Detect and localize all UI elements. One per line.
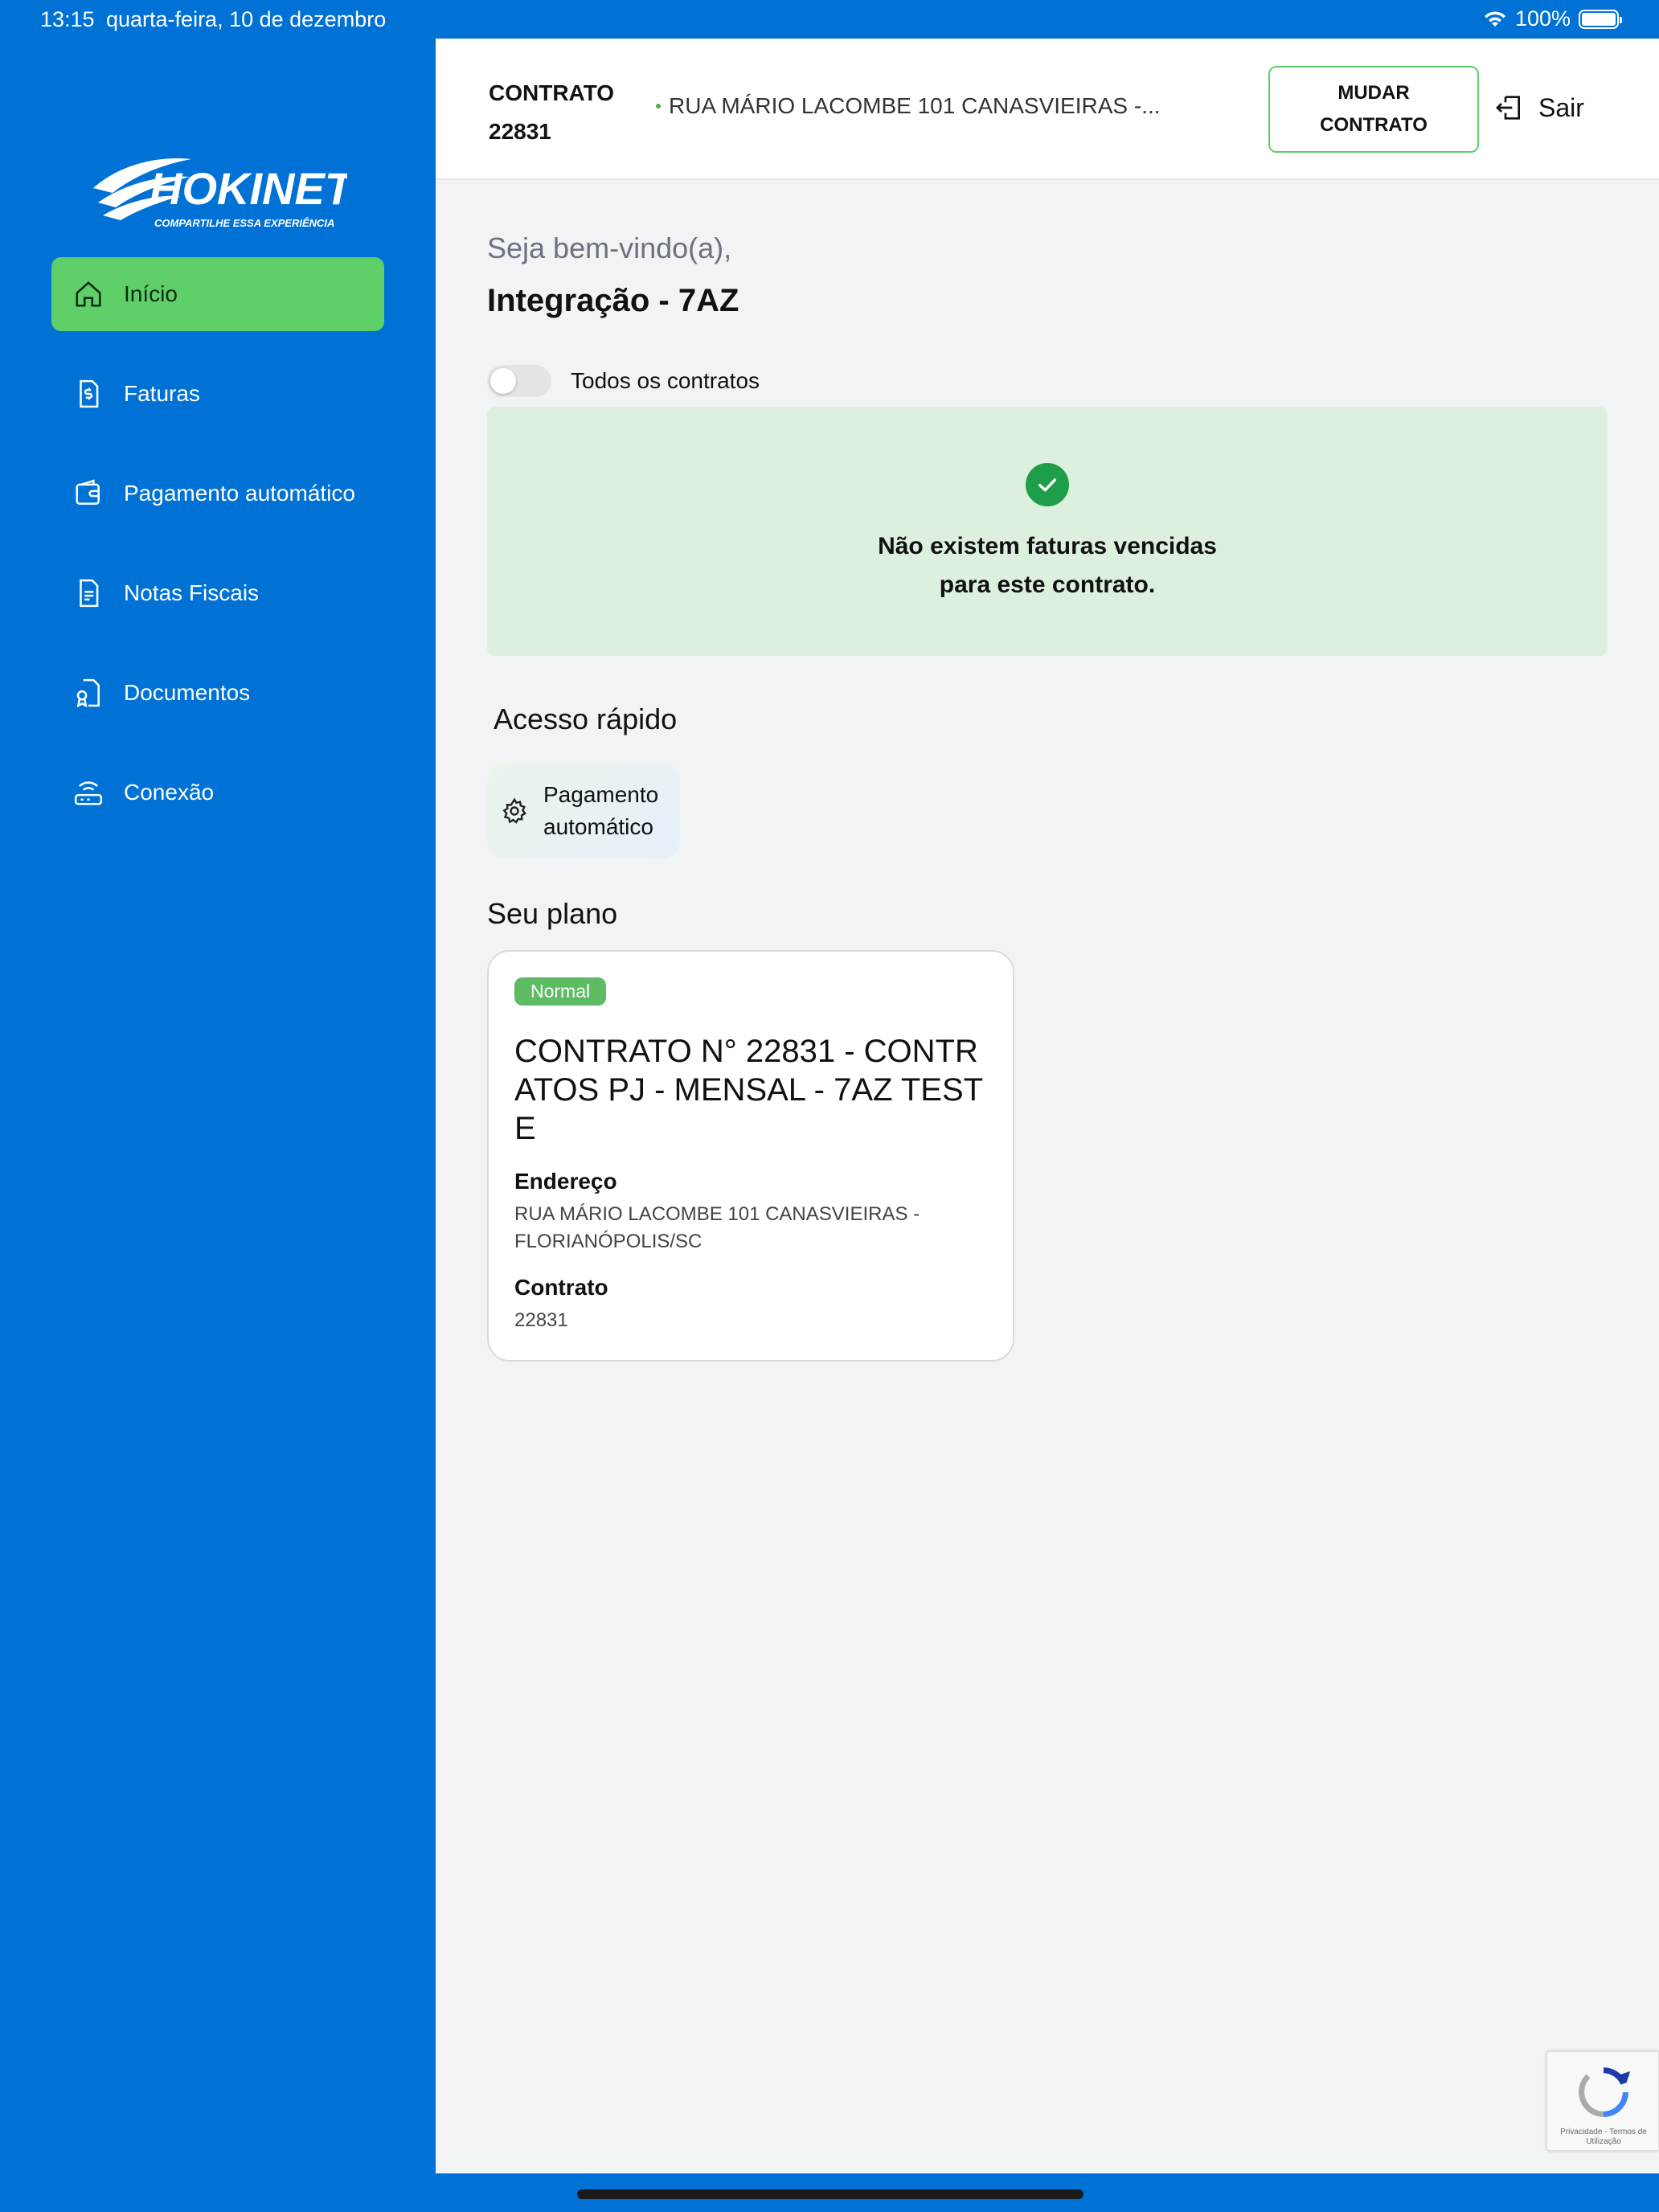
home-indicator[interactable] xyxy=(577,2189,1083,2199)
all-contracts-toggle[interactable] xyxy=(487,365,551,397)
sidebar-item-faturas[interactable]: Faturas xyxy=(51,357,384,431)
alert-line-1: Não existem faturas vencidas xyxy=(878,533,1217,559)
no-overdue-invoices-alert: Não existem faturas vencidas para este c… xyxy=(487,407,1608,656)
sidebar-item-label: Conexão xyxy=(124,780,215,805)
logout-button[interactable]: Sair xyxy=(1493,92,1584,124)
contract-number: 22831 xyxy=(489,119,551,144)
sidebar-item-notas-fiscais[interactable]: Notas Fiscais xyxy=(51,556,384,630)
document-icon xyxy=(72,577,104,609)
sidebar-item-label: Faturas xyxy=(124,381,200,406)
invoice-icon xyxy=(72,378,104,410)
quick-access-autopay[interactable]: Pagamento automático xyxy=(487,764,680,858)
contract-address-text: RUA MÁRIO LACOMBE 101 CANASVIEIRAS -... xyxy=(669,93,1161,118)
contract-field-label: Contrato xyxy=(514,1275,608,1300)
your-plan-title: Seu plano xyxy=(487,897,618,930)
status-badge: Normal xyxy=(514,977,607,1006)
contract-field-value: 22831 xyxy=(514,1309,568,1331)
wallet-icon xyxy=(72,477,104,510)
gear-icon xyxy=(502,797,526,824)
recaptcha-icon xyxy=(1579,2067,1631,2117)
sidebar-item-pagamento-automatico[interactable]: Pagamento automático xyxy=(51,457,384,530)
check-icon xyxy=(1026,463,1069,506)
brand-name: HOKINET xyxy=(150,163,347,214)
quick-access-label-1: Pagamento xyxy=(543,782,659,807)
greeting: Seja bem-vindo(a), xyxy=(487,231,732,264)
status-dot xyxy=(656,104,661,109)
contract-label: CONTRATO xyxy=(489,80,615,105)
recaptcha-links[interactable]: Privacidade - Termos de Utilização xyxy=(1550,2128,1657,2147)
alert-message: Não existem faturas vencidas para este c… xyxy=(487,527,1608,604)
change-contract-label-1: MUDAR xyxy=(1337,82,1410,104)
alert-line-2: para este contrato. xyxy=(939,571,1156,598)
wifi-icon xyxy=(1484,10,1505,27)
sidebar-item-inicio[interactable]: Início xyxy=(51,257,384,331)
router-icon xyxy=(72,776,104,809)
status-right: 100% xyxy=(1483,6,1622,31)
home-icon xyxy=(72,278,104,310)
main-content: CONTRATO 22831 RUA MÁRIO LACOMBE 101 CAN… xyxy=(436,39,1659,2173)
address-label: Endereço xyxy=(514,1169,617,1194)
battery-icon xyxy=(1579,9,1622,29)
sidebar-item-label: Documentos xyxy=(124,680,251,705)
change-contract-label-2: CONTRATO xyxy=(1320,114,1428,136)
sidebar: HOKINET COMPARTILHE ESSA EXPERIÊNCIA Iní… xyxy=(0,39,436,2173)
contract-address: RUA MÁRIO LACOMBE 101 CANASVIEIRAS -... xyxy=(656,93,1161,119)
sidebar-item-label: Notas Fiscais xyxy=(124,580,260,605)
sidebar-item-conexao[interactable]: Conexão xyxy=(51,756,384,830)
current-contract: CONTRATO 22831 xyxy=(489,74,614,151)
change-contract-button[interactable]: MUDAR CONTRATO xyxy=(1268,66,1479,153)
all-contracts-label: Todos os contratos xyxy=(571,368,760,393)
status-time: 13:15 xyxy=(40,7,95,31)
address-value: RUA MÁRIO LACOMBE 101 CANASVIEIRAS - FLO… xyxy=(514,1203,920,1252)
top-bar: CONTRATO 22831 RUA MÁRIO LACOMBE 101 CAN… xyxy=(436,39,1659,180)
plan-card[interactable]: Normal CONTRATO N° 22831 - CONTRATOS PJ … xyxy=(487,950,1014,1362)
quick-access-label: Pagamento automático xyxy=(543,779,658,843)
user-name: Integração - 7AZ xyxy=(487,283,739,318)
quick-access-title: Acesso rápido xyxy=(494,703,678,735)
quick-access-label-2: automático xyxy=(543,814,653,839)
logout-icon xyxy=(1496,96,1520,120)
logout-label: Sair xyxy=(1538,92,1584,122)
all-contracts-toggle-row: Todos os contratos xyxy=(487,365,760,397)
status-date: quarta-feira, 10 de dezembro xyxy=(106,7,387,31)
battery-percent: 100% xyxy=(1514,6,1571,31)
hokinet-logo: HOKINET COMPARTILHE ESSA EXPERIÊNCIA xyxy=(90,138,356,251)
certificate-icon xyxy=(72,677,104,709)
plan-title: CONTRATO N° 22831 - CONTRATOS PJ - MENSA… xyxy=(514,1034,984,1146)
recaptcha-badge[interactable]: Privacidade - Termos de Utilização xyxy=(1546,2051,1659,2151)
status-bar: 13:15 quarta-feira, 10 de dezembro 100% xyxy=(0,0,1659,39)
sidebar-item-documentos[interactable]: Documentos xyxy=(51,656,384,730)
sidebar-item-label: Pagamento automático xyxy=(124,481,355,506)
brand-tagline: COMPARTILHE ESSA EXPERIÊNCIA xyxy=(154,217,334,229)
sidebar-item-label: Início xyxy=(124,281,178,306)
